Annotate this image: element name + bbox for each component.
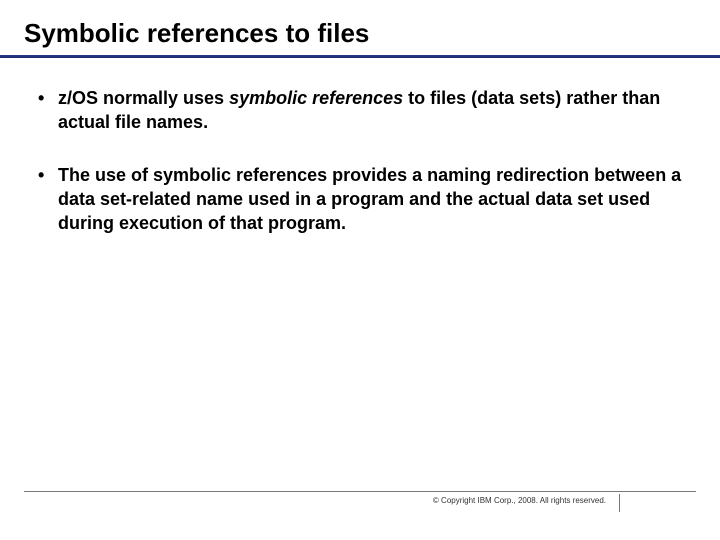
bullet-text-pre: The use of symbolic references provides … <box>58 165 681 234</box>
slide-footer: © Copyright IBM Corp., 2008. All rights … <box>24 491 696 512</box>
bullet-text-pre: z/OS normally uses <box>58 88 229 108</box>
bullet-text-em: symbolic references <box>229 88 403 108</box>
footer-rule <box>24 491 696 492</box>
copyright-text: © Copyright IBM Corp., 2008. All rights … <box>433 496 606 505</box>
footer-divider <box>619 494 620 512</box>
slide-title: Symbolic references to files <box>24 18 696 49</box>
bullet-list: z/OS normally uses symbolic references t… <box>32 86 688 235</box>
footer-row: © Copyright IBM Corp., 2008. All rights … <box>24 496 696 512</box>
list-item: z/OS normally uses symbolic references t… <box>32 86 688 135</box>
slide: Symbolic references to files z/OS normal… <box>0 0 720 540</box>
slide-content: z/OS normally uses symbolic references t… <box>24 58 696 235</box>
list-item: The use of symbolic references provides … <box>32 163 688 236</box>
